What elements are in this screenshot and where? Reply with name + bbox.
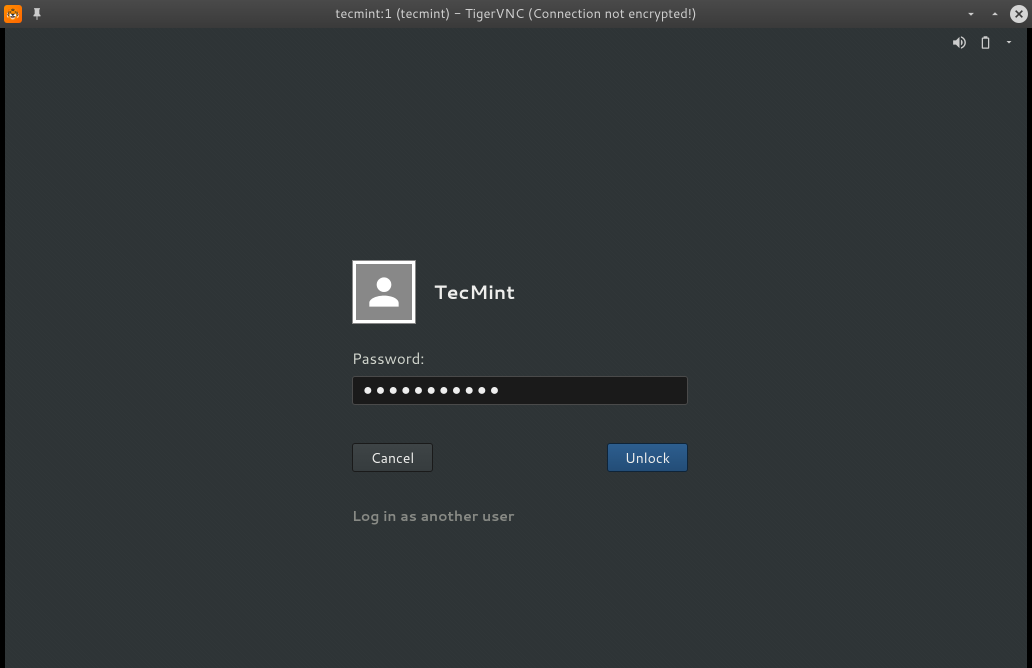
pin-icon[interactable] [28,5,46,23]
volume-icon[interactable] [951,34,968,51]
minimize-icon[interactable] [962,5,980,23]
password-input[interactable] [352,376,688,405]
person-icon [362,270,406,314]
window-titlebar: 🐯 tecmint:1 (tecmint) - TigerVNC (Connec… [0,0,1032,28]
tigervnc-app-icon: 🐯 [4,5,22,23]
titlebar-left-controls: 🐯 [4,5,46,23]
gnome-top-panel [939,28,1027,56]
vnc-desktop: TecMint Password: Cancel Unlock Log in a… [5,28,1027,668]
unlock-button[interactable]: Unlock [607,443,688,472]
action-buttons: Cancel Unlock [352,443,688,472]
username-label: TecMint [434,279,515,306]
password-label: Password: [352,348,688,369]
login-as-other-user-link[interactable]: Log in as another user [352,506,688,526]
window-title: tecmint:1 (tecmint) - TigerVNC (Connecti… [335,5,696,23]
dropdown-arrow-icon[interactable] [1003,36,1015,48]
battery-icon[interactable] [978,35,993,50]
lock-screen-login: TecMint Password: Cancel Unlock Log in a… [352,260,688,526]
avatar [352,260,416,324]
maximize-icon[interactable] [986,5,1004,23]
user-display: TecMint [352,260,688,324]
titlebar-right-controls [962,5,1028,23]
close-button[interactable] [1010,5,1028,23]
cancel-button[interactable]: Cancel [352,443,433,472]
